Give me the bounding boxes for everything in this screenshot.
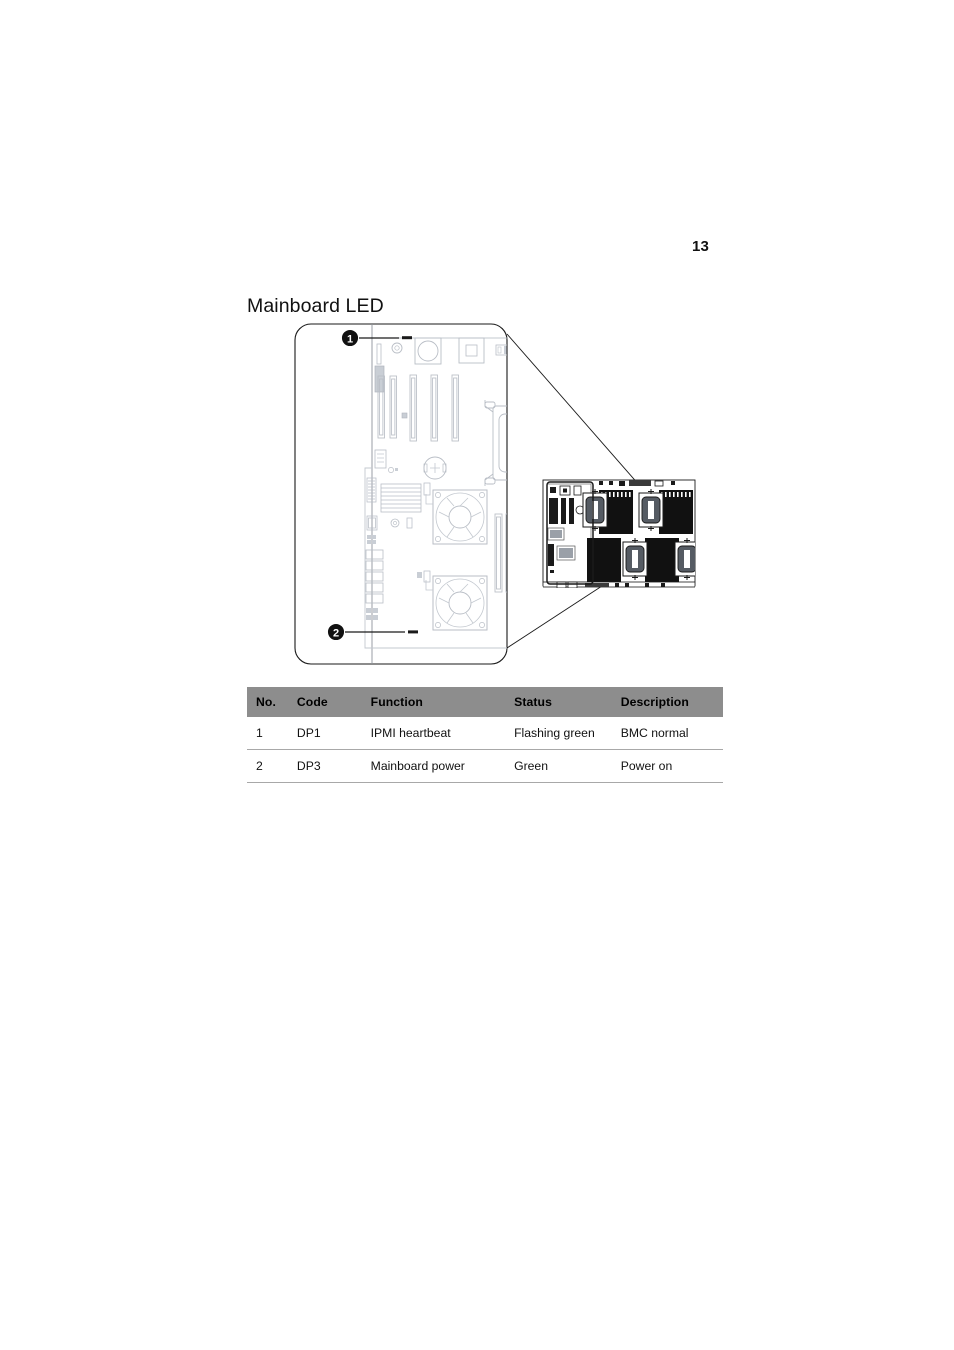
cpu-heatsink-3 [622,538,648,580]
cell-description: BMC normal [620,726,689,740]
column-header-description: Description [620,695,689,709]
cell-code: DP3 [296,759,321,773]
table-row: 1 DP1 IPMI heartbeat Flashing green BMC … [247,717,723,750]
page-number: 13 [692,238,710,255]
column-header-code: Code [296,695,328,709]
column-header-status: Status [514,695,552,709]
server-board-overview [542,479,696,588]
mainboard-led-diagram: 1 2 [247,318,723,670]
cell-no: 1 [256,726,263,740]
document-page: 13 Mainboard LED 1 2 No. Code Function S… [0,0,954,1350]
cell-function: IPMI heartbeat [370,726,451,740]
page-title: Mainboard LED [247,295,384,318]
svg-text:2: 2 [333,627,339,639]
cell-status: Green [514,759,548,773]
mainboard-led-table: No. Code Function Status Description 1 D… [247,687,723,783]
cpu-heatsink-2 [638,489,664,531]
magnified-mainboard-view: 1 2 [294,323,508,665]
table-header-row: No. Code Function Status Description [247,687,723,717]
callout-marker-2: 2 [327,623,345,641]
table-header: No. Code Function Status Description [247,687,723,717]
svg-text:1: 1 [347,333,353,345]
column-header-no: No. [256,695,276,709]
callout-marker-1: 1 [341,329,359,347]
cpu-heatsink-1 [582,489,608,531]
column-header-function: Function [370,695,423,709]
cell-function: Mainboard power [370,759,465,773]
cell-no: 2 [256,759,263,773]
table-row: 2 DP3 Mainboard power Green Power on [247,750,723,783]
cell-status: Flashing green [514,726,595,740]
table-body: 1 DP1 IPMI heartbeat Flashing green BMC … [247,717,723,783]
cell-code: DP1 [296,726,321,740]
cell-description: Power on [620,759,673,773]
